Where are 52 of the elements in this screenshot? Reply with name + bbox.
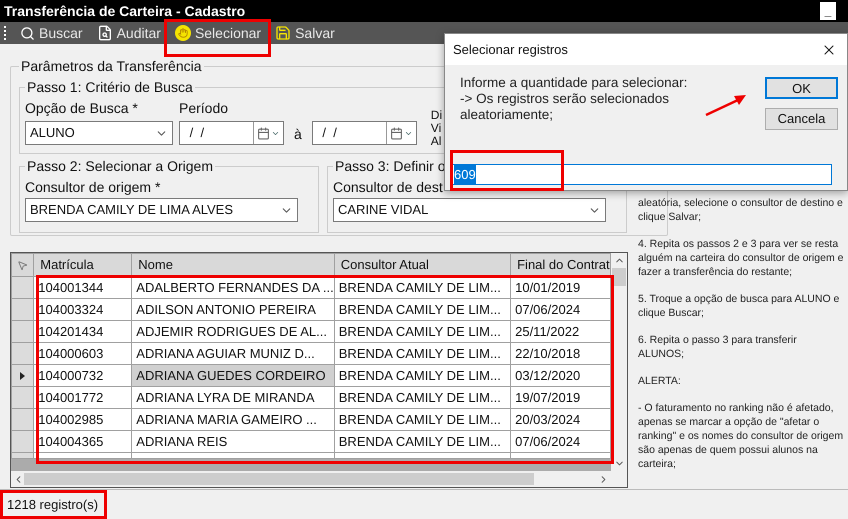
group-title: Passo 2: Selecionar a Origem xyxy=(26,157,214,176)
date-field[interactable]: / / xyxy=(312,121,417,145)
date-field[interactable]: / / xyxy=(179,121,284,145)
horizontal-scrollbar[interactable] xyxy=(11,471,627,487)
option-label: Al xyxy=(430,135,442,148)
column-header[interactable]: Final do Contrat xyxy=(510,254,611,276)
option-label: Di xyxy=(430,109,442,122)
dialog-button[interactable]: Cancela xyxy=(765,108,838,130)
minimize-button[interactable]: _ xyxy=(820,2,836,20)
group-title: Parâmetros da Transferência xyxy=(20,57,203,76)
column-header[interactable]: Nome xyxy=(132,254,334,276)
dialog-message-line: -> Os registros serão selecionados xyxy=(460,91,670,107)
window-title: Transferência de Carteira - Cadastro xyxy=(4,3,246,19)
dialog-title: Selecionar registros xyxy=(453,40,568,59)
dialog-button[interactable]: OK xyxy=(765,77,838,99)
help-paragraph: - O faturamento no ranking não é afetado, apenas se marcar a opção de "afetar o ranking" e os nomes do consultor de origem são apenas de quem possui alunos na carteira; xyxy=(638,401,844,471)
range-separator: à xyxy=(294,125,302,144)
field-label: Consultor de dest xyxy=(333,178,444,197)
column-header[interactable]: Consultor Atual xyxy=(334,254,511,276)
help-paragraph: 4. Repita os passos 2 e 3 para ver se resta alguém na carteira do consultor de origem e fazer a transferência do restante; xyxy=(638,237,844,279)
scroll-thumb[interactable] xyxy=(24,473,534,485)
help-paragraph: aleatória, selecione o consultor de destino e clique Salvar; xyxy=(638,196,844,224)
field-label: Período xyxy=(179,99,230,118)
toolbar-button[interactable]: Buscar xyxy=(20,22,83,44)
hand-icon xyxy=(174,25,191,41)
quantity-field[interactable]: 609 xyxy=(450,164,832,185)
pointer-icon xyxy=(17,260,28,270)
help-paragraph: 6. Repita o passo 3 para transferir ALUNOS; xyxy=(638,333,798,361)
scroll-thumb[interactable] xyxy=(612,268,626,286)
current-row-icon xyxy=(20,372,26,380)
dialog-message-line: aleatoriamente; xyxy=(460,107,554,123)
dialog-message-line: Informe a quantidade para selecionar: xyxy=(460,75,688,91)
column-header[interactable]: Matrícula xyxy=(34,254,132,276)
annotation-arrow xyxy=(704,92,748,118)
toolbar-button[interactable]: Selecionar xyxy=(174,22,262,44)
consultant-dropdown[interactable]: CARINE VIDAL xyxy=(333,198,606,222)
toolbar-button[interactable]: Salvar xyxy=(275,22,335,44)
field-label: Opção de Busca * xyxy=(25,99,139,118)
table-cell: ADRIANA GUEDES CORDEIRO xyxy=(132,364,334,386)
option-label: Vi xyxy=(430,122,442,135)
save-icon xyxy=(275,25,292,41)
consultant-dropdown[interactable]: BRENDA CAMILY DE LIMA ALVES xyxy=(25,198,298,222)
toolbar-button[interactable]: Auditar xyxy=(96,22,161,44)
help-paragraph: 5. Troque a opção de busca para ALUNO e clique Buscar; xyxy=(638,292,840,320)
field-label: Consultor de origem * xyxy=(25,178,162,197)
record-count: 1218 registro(s) xyxy=(7,496,98,514)
row-header[interactable] xyxy=(12,364,34,386)
group-title: Passo 1: Critério de Busca xyxy=(26,78,194,97)
search-icon xyxy=(20,26,35,40)
document-search-icon xyxy=(96,25,113,41)
help-paragraph: ALERTA: xyxy=(638,374,682,388)
search-option-dropdown[interactable]: ALUNO xyxy=(25,121,173,145)
